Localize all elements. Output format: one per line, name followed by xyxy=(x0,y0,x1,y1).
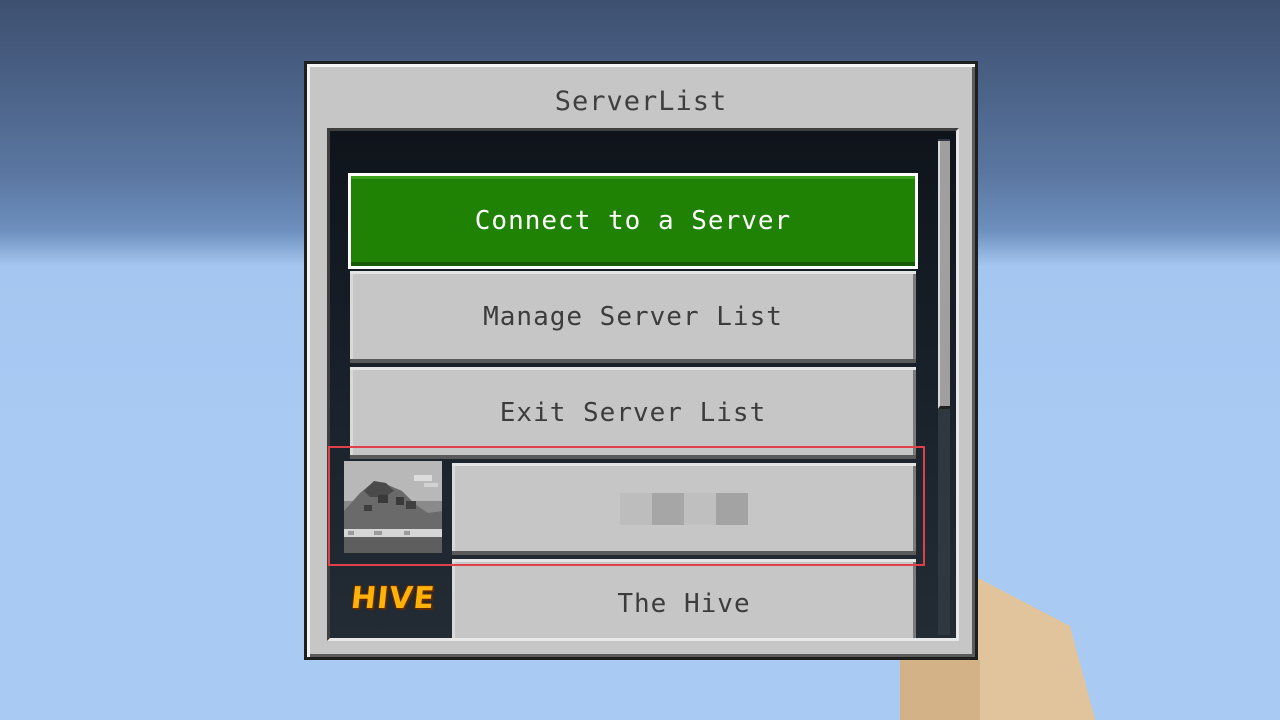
exit-server-list-button[interactable]: Exit Server List xyxy=(350,367,916,459)
redacted-server-name xyxy=(620,493,748,525)
server-entry-redacted-button[interactable] xyxy=(452,463,916,555)
server-list-scroll-area[interactable]: Connect to a Server Manage Server List E… xyxy=(327,128,959,641)
connect-to-server-button[interactable]: Connect to a Server xyxy=(348,173,918,269)
landscape-thumbnail-art xyxy=(344,461,442,553)
hive-logo-text: HIVE xyxy=(349,580,437,616)
server-entry-the-hive-button[interactable]: The Hive xyxy=(452,559,916,638)
landscape-thumbnail-icon[interactable] xyxy=(344,461,442,553)
server-list-dialog: ServerList Connect to a Server Manage Se… xyxy=(304,61,978,660)
player-hand-shadow xyxy=(900,660,980,720)
scrollbar-thumb[interactable] xyxy=(938,141,950,409)
scrollbar-track[interactable] xyxy=(938,139,950,635)
dialog-title: ServerList xyxy=(554,86,728,117)
hive-logo-icon[interactable]: HIVE xyxy=(344,563,442,633)
manage-server-list-button[interactable]: Manage Server List xyxy=(350,271,916,363)
